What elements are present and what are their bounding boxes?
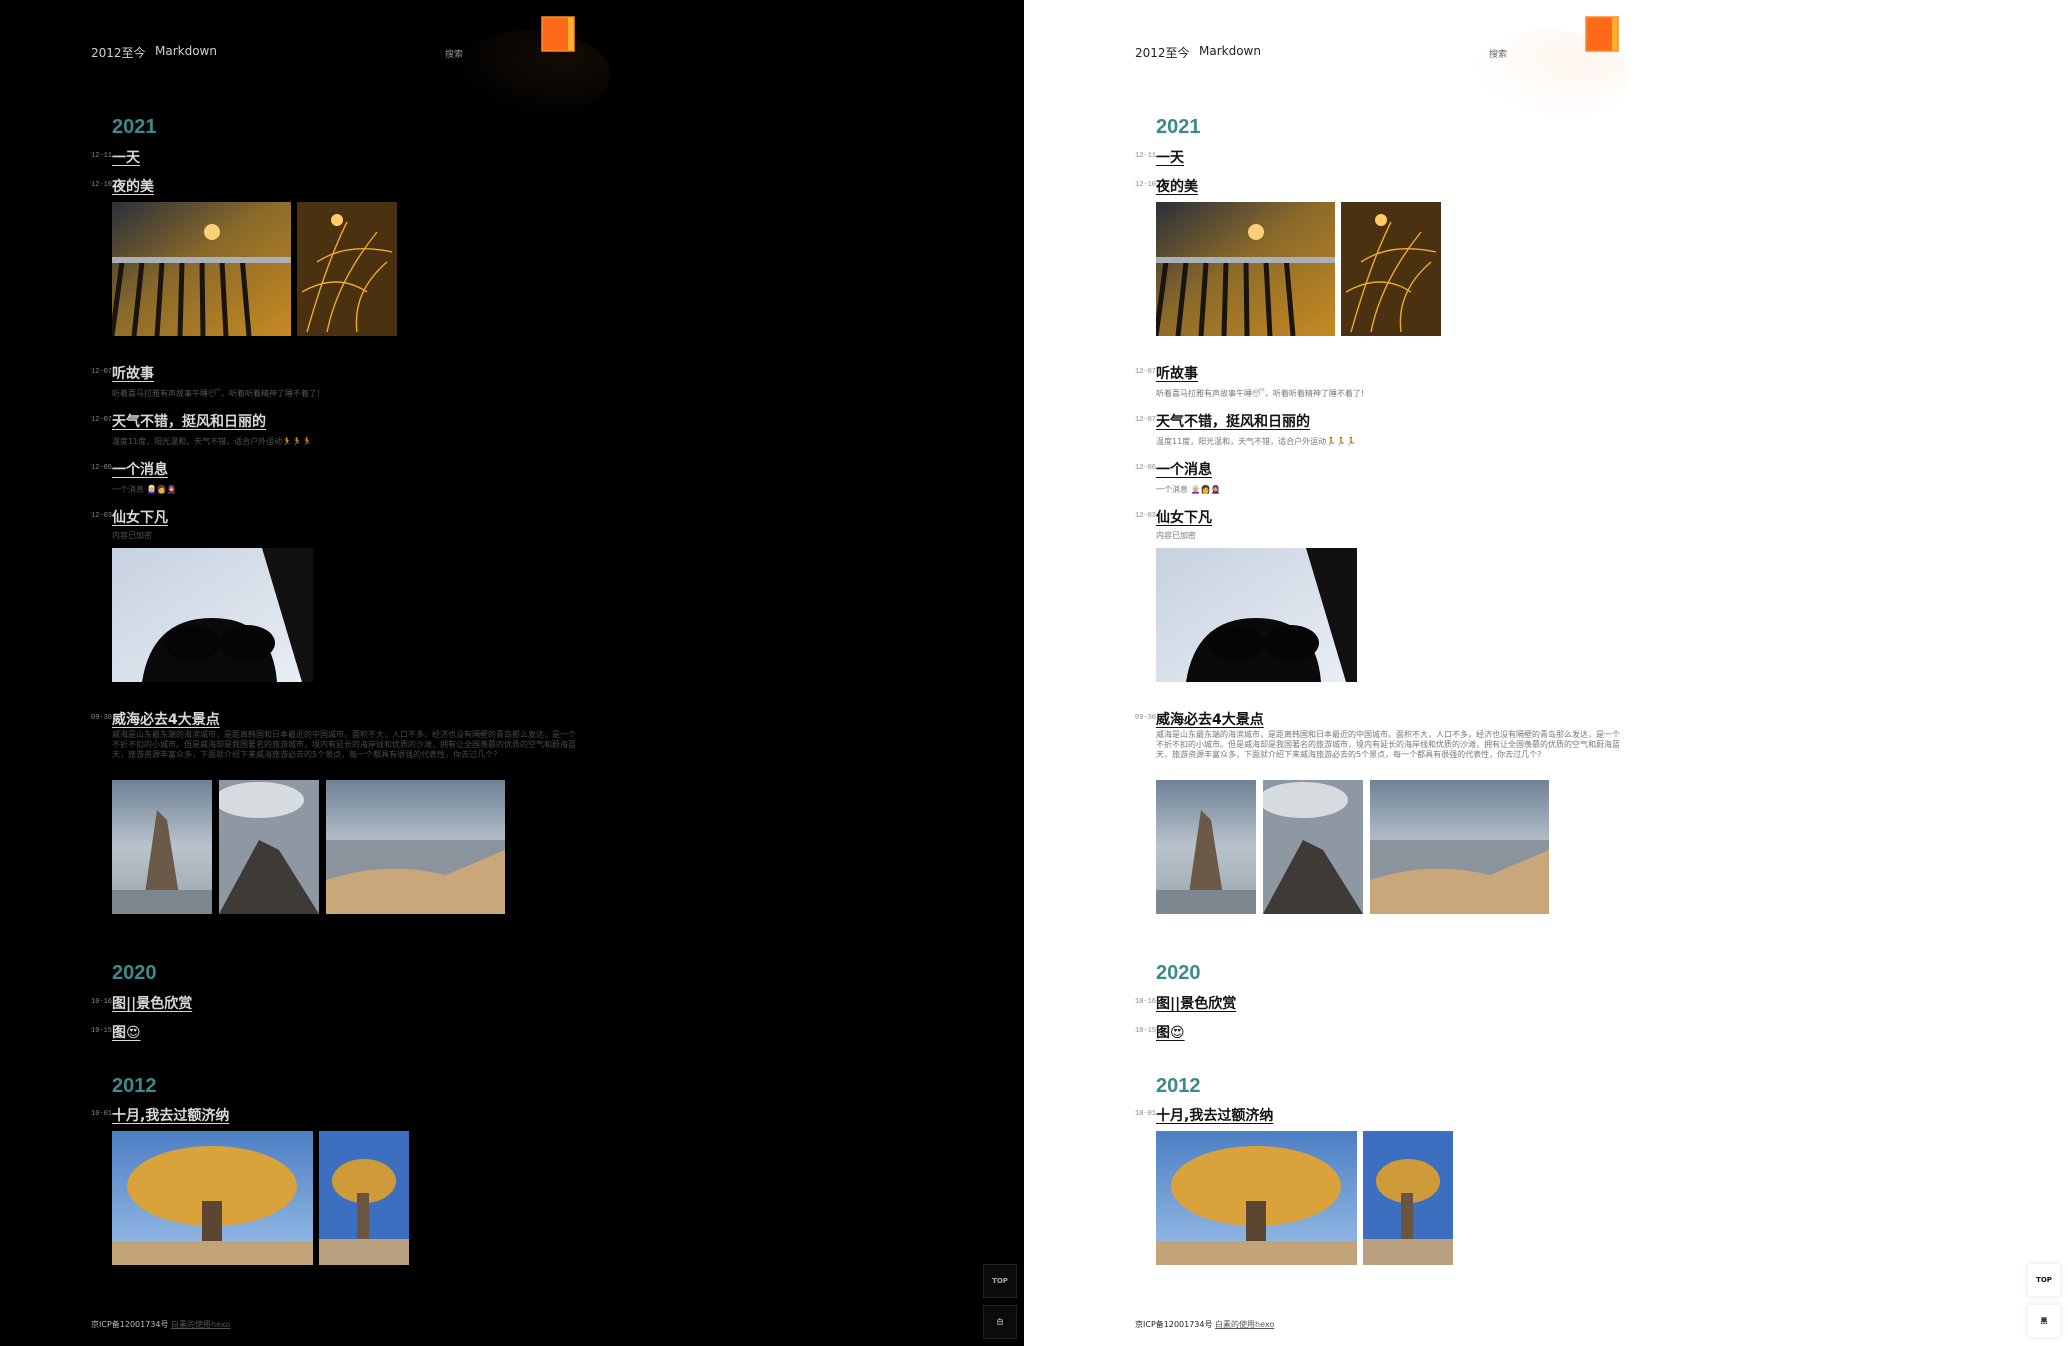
nav-markdown-link[interactable]: Markdown xyxy=(1199,44,1261,58)
logo-icon[interactable] xyxy=(538,14,578,54)
post-date: 10-16 xyxy=(1135,998,1157,1006)
year-heading-2020: 2020 xyxy=(112,962,157,984)
footer: 京ICP备12001734号 白素的使用hexo xyxy=(91,1319,230,1330)
post-date: 10-15 xyxy=(1135,1027,1157,1035)
post-date: 10-16 xyxy=(91,998,113,1006)
post-date: 12-07 xyxy=(1135,416,1157,424)
post-image-poplar-single[interactable] xyxy=(319,1131,409,1265)
year-heading-2021: 2021 xyxy=(1156,116,1201,138)
post-date: 12-07 xyxy=(91,368,113,376)
post-date: 12-07 xyxy=(91,416,113,424)
post-title-link[interactable]: 图😍 xyxy=(1156,1022,1185,1042)
post-excerpt: 一个消息 👩‍🦳👩🧕 xyxy=(112,485,177,494)
post-date: 12-06 xyxy=(1135,464,1157,472)
back-to-top-button[interactable]: TOP xyxy=(2028,1264,2060,1296)
post-excerpt: 听着喜马拉雅有声故事午睡😴，听着听着精神了睡不着了! xyxy=(112,389,321,398)
post-title-link[interactable]: 听故事 xyxy=(1156,363,1198,383)
post-image-night-railing[interactable] xyxy=(112,202,291,336)
post-image-poplar-trees[interactable] xyxy=(112,1131,313,1265)
post-date: 12-06 xyxy=(91,464,113,472)
post-title-link[interactable]: 一天 xyxy=(112,147,140,167)
post-image-coast-beach[interactable] xyxy=(326,780,505,914)
post-date: 09-30 xyxy=(1135,714,1157,722)
post-title-link[interactable]: 威海必去4大景点 xyxy=(112,709,220,729)
post-title-link[interactable]: 夜的美 xyxy=(1156,176,1198,196)
post-image-coast-rock[interactable] xyxy=(1156,780,1256,914)
post-excerpt: 温度11度，阳光温和，天气不错，适合户外运动🏃🏃🏃 xyxy=(1156,437,1357,446)
nav-brand-link[interactable]: 2012至今 xyxy=(1135,44,1190,61)
post-title-link[interactable]: 威海必去4大景点 xyxy=(1156,709,1264,729)
year-heading-2020: 2020 xyxy=(1156,962,1201,984)
post-excerpt: 一个消息 👩‍🦳👩🧕 xyxy=(1156,485,1221,494)
post-title-link[interactable]: 图||景色欣赏 xyxy=(112,993,192,1013)
post-date: 12-11 xyxy=(91,152,113,160)
icp-text: 京ICP备12001734号 xyxy=(1135,1320,1213,1329)
post-image-night-railing[interactable] xyxy=(1156,202,1335,336)
post-title-link[interactable]: 图😍 xyxy=(112,1022,141,1042)
post-title-link[interactable]: 仙女下凡 xyxy=(112,507,168,527)
post-image-coast-beach[interactable] xyxy=(1370,780,1549,914)
post-date: 10-01 xyxy=(91,1110,113,1118)
post-excerpt: 威海是山东最东端的海滨城市，是距离韩国和日本最近的中国城市。面积不大，人口不多，… xyxy=(112,730,576,759)
footer-hexo-link[interactable]: 白素的使用hexo xyxy=(1215,1320,1274,1329)
logo-glow xyxy=(450,30,610,120)
post-image-sunglasses[interactable] xyxy=(1156,548,1357,682)
post-title-link[interactable]: 天气不错，挺风和日丽的 xyxy=(1156,411,1310,431)
post-excerpt: 内容已加密 xyxy=(1156,531,1196,540)
post-date: 12-07 xyxy=(1135,368,1157,376)
year-heading-2021: 2021 xyxy=(112,116,157,138)
post-date: 10-01 xyxy=(1135,1110,1157,1118)
nav-search-link[interactable]: 搜索 xyxy=(1489,47,1507,60)
theme-toggle-button[interactable]: 黑 xyxy=(2028,1305,2060,1337)
year-heading-2012: 2012 xyxy=(1156,1075,1201,1097)
post-date: 12-11 xyxy=(1135,152,1157,160)
post-title-link[interactable]: 一个消息 xyxy=(112,459,168,479)
post-title-link[interactable]: 夜的美 xyxy=(112,176,154,196)
post-date: 12-03 xyxy=(91,512,113,520)
logo-icon[interactable] xyxy=(1582,14,1622,54)
post-title-link[interactable]: 十月,我去过额济纳 xyxy=(1156,1105,1273,1125)
nav-search-link[interactable]: 搜索 xyxy=(445,47,463,60)
post-title-link[interactable]: 十月,我去过额济纳 xyxy=(112,1105,229,1125)
footer: 京ICP备12001734号 白素的使用hexo xyxy=(1135,1319,1274,1330)
nav-brand-link[interactable]: 2012至今 xyxy=(91,44,146,61)
post-image-poplar-single[interactable] xyxy=(1363,1131,1453,1265)
nav-markdown-link[interactable]: Markdown xyxy=(155,44,217,58)
post-excerpt: 听着喜马拉雅有声故事午睡😴，听着听着精神了睡不着了! xyxy=(1156,389,1365,398)
post-date: 10-15 xyxy=(91,1027,113,1035)
post-image-coast-rock[interactable] xyxy=(112,780,212,914)
year-heading-2012: 2012 xyxy=(112,1075,157,1097)
post-image-night-plants[interactable] xyxy=(1341,202,1441,336)
post-date: 12-10 xyxy=(91,181,113,189)
post-title-link[interactable]: 一天 xyxy=(1156,147,1184,167)
post-title-link[interactable]: 天气不错，挺风和日丽的 xyxy=(112,411,266,431)
post-excerpt: 内容已加密 xyxy=(112,531,152,540)
post-title-link[interactable]: 听故事 xyxy=(112,363,154,383)
post-image-coast-cliff[interactable] xyxy=(219,780,319,914)
post-title-link[interactable]: 仙女下凡 xyxy=(1156,507,1212,527)
post-date: 12-10 xyxy=(1135,181,1157,189)
post-image-night-plants[interactable] xyxy=(297,202,397,336)
post-date: 09-30 xyxy=(91,714,113,722)
post-image-coast-cliff[interactable] xyxy=(1263,780,1363,914)
post-title-link[interactable]: 一个消息 xyxy=(1156,459,1212,479)
post-date: 12-03 xyxy=(1135,512,1157,520)
dark-theme-pane: 2012至今 Markdown 搜索 2021 12-11 一天 12-10 夜… xyxy=(0,0,1024,1346)
post-image-sunglasses[interactable] xyxy=(112,548,313,682)
theme-toggle-button[interactable]: 白 xyxy=(983,1305,1017,1339)
back-to-top-button[interactable]: TOP xyxy=(983,1264,1017,1298)
post-excerpt: 威海是山东最东端的海滨城市，是距离韩国和日本最近的中国城市。面积不大，人口不多，… xyxy=(1156,730,1620,759)
post-image-poplar-trees[interactable] xyxy=(1156,1131,1357,1265)
post-excerpt: 温度11度，阳光温和，天气不错，适合户外运动🏃🏃🏃 xyxy=(112,437,313,446)
post-title-link[interactable]: 图||景色欣赏 xyxy=(1156,993,1236,1013)
light-theme-pane: 2012至今 Markdown 搜索 2021 12-11 一天 12-10 夜… xyxy=(1024,0,2068,1346)
footer-hexo-link[interactable]: 白素的使用hexo xyxy=(171,1320,230,1329)
icp-text: 京ICP备12001734号 xyxy=(91,1320,169,1329)
